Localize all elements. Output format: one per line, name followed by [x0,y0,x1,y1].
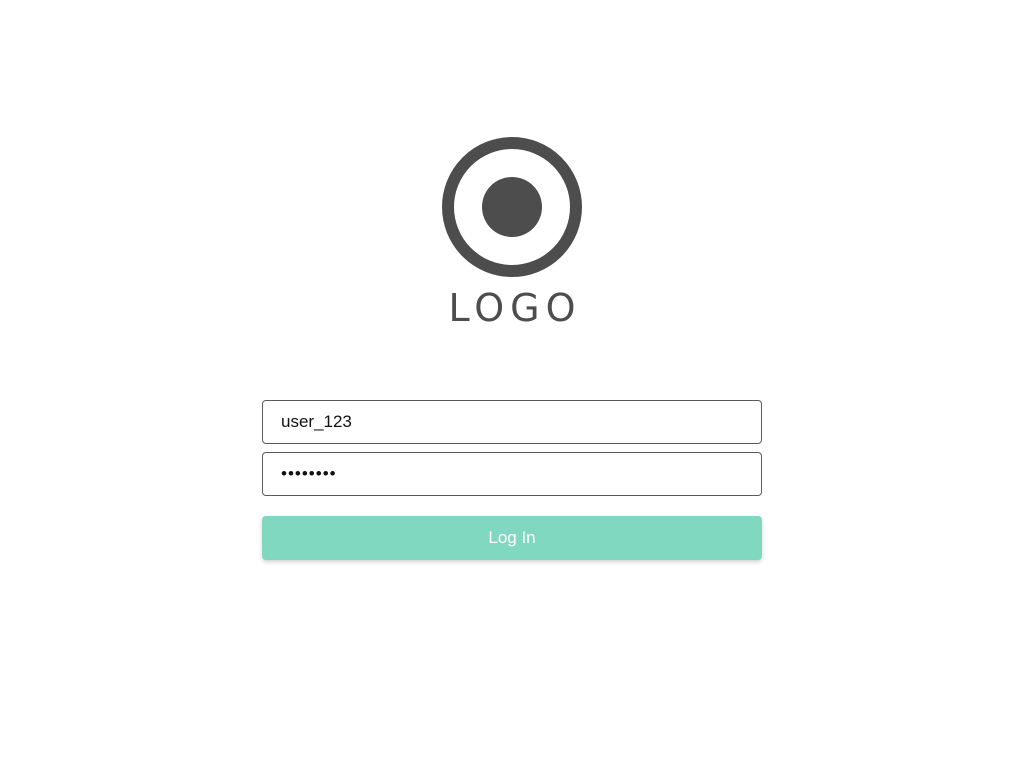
logo-icon [442,137,582,277]
username-input[interactable] [262,400,762,444]
login-button[interactable]: Log In [262,516,762,560]
password-input[interactable] [262,452,762,496]
login-page: LOGO Log In [0,0,1024,768]
logo-text: LOGO [448,286,582,330]
